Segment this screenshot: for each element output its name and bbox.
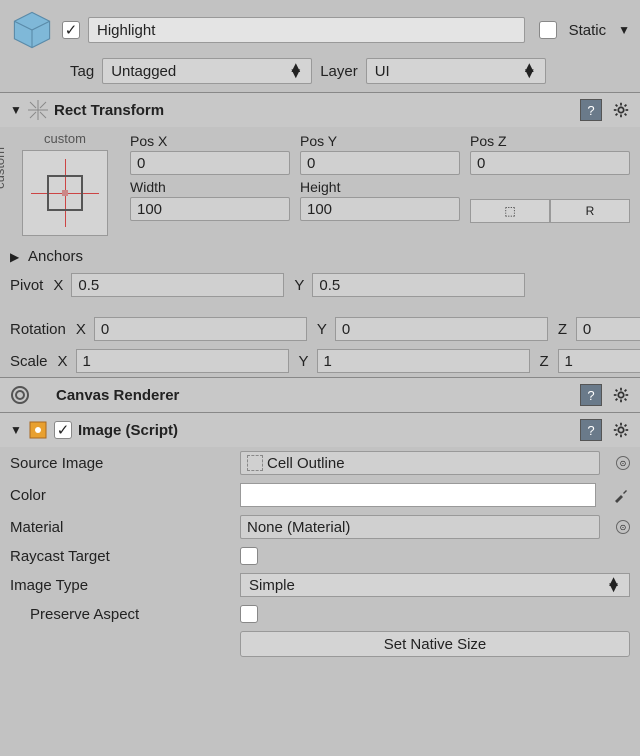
scale-label: Scale	[10, 353, 48, 370]
source-image-label: Source Image	[10, 455, 230, 472]
image-title: Image (Script)	[78, 422, 574, 439]
color-field[interactable]	[240, 483, 596, 507]
image-type-dropdown[interactable]: Simple ▲▼	[240, 573, 630, 597]
tag-dropdown[interactable]: Untagged ▲▼	[102, 58, 312, 84]
pivot-x-field[interactable]	[71, 273, 284, 297]
width-field[interactable]	[130, 197, 290, 221]
layer-label: Layer	[320, 63, 358, 80]
raycast-target-checkbox[interactable]	[240, 547, 258, 565]
anchor-preset-button[interactable]	[22, 150, 108, 236]
image-enabled-checkbox[interactable]: ✓	[54, 421, 72, 439]
anchor-preset-top-label: custom	[10, 131, 120, 146]
foldout-icon[interactable]: ▼	[10, 103, 22, 117]
layer-value: UI	[375, 63, 390, 80]
gear-icon[interactable]	[612, 421, 630, 439]
rotation-label: Rotation	[10, 321, 66, 338]
help-icon[interactable]: ?	[580, 419, 602, 441]
rect-transform-icon	[28, 100, 48, 120]
static-label: Static	[569, 22, 607, 39]
posx-field[interactable]	[130, 151, 290, 175]
rotation-y-field[interactable]	[335, 317, 548, 341]
image-component-icon	[28, 420, 48, 440]
source-image-field[interactable]: Cell Outline	[240, 451, 600, 475]
scale-x-field[interactable]	[76, 349, 289, 373]
preserve-aspect-label: Preserve Aspect	[10, 606, 230, 623]
height-field[interactable]	[300, 197, 460, 221]
help-icon[interactable]: ?	[580, 384, 602, 406]
gear-icon[interactable]	[612, 101, 630, 119]
anchors-foldout-icon[interactable]: ▶	[10, 250, 22, 264]
eyedropper-icon[interactable]	[612, 486, 630, 504]
raycast-target-label: Raycast Target	[10, 548, 230, 565]
scale-y-field[interactable]	[317, 349, 530, 373]
gameobject-name-field[interactable]	[88, 17, 525, 43]
help-icon[interactable]: ?	[580, 99, 602, 121]
width-label: Width	[130, 177, 290, 197]
pivot-label: Pivot	[10, 277, 43, 294]
rotation-x-field[interactable]	[94, 317, 307, 341]
object-picker-icon[interactable]: ⊙	[616, 456, 630, 470]
anchors-label: Anchors	[28, 248, 83, 265]
posy-label: Pos Y	[300, 131, 460, 151]
height-label: Height	[300, 177, 460, 197]
active-checkbox[interactable]: ✓	[62, 21, 80, 39]
posx-label: Pos X	[130, 131, 290, 151]
updown-icon: ▲▼	[522, 65, 537, 77]
set-native-size-button[interactable]: Set Native Size	[240, 631, 630, 657]
scale-z-field[interactable]	[558, 349, 640, 373]
cube-icon	[10, 8, 54, 52]
posz-field[interactable]	[470, 151, 630, 175]
material-field[interactable]: None (Material)	[240, 515, 600, 539]
updown-icon: ▲▼	[606, 579, 621, 591]
static-dropdown-icon[interactable]: ▼	[618, 23, 630, 37]
sprite-icon	[247, 455, 263, 471]
foldout-icon[interactable]: ▼	[10, 423, 22, 437]
static-checkbox[interactable]	[539, 21, 557, 39]
rect-transform-title: Rect Transform	[54, 102, 574, 119]
anchor-preset-side-label: custom	[0, 147, 7, 189]
image-type-label: Image Type	[10, 577, 230, 594]
blueprint-mode-button[interactable]: ⬚	[470, 199, 550, 223]
canvas-renderer-icon	[10, 385, 30, 405]
posy-field[interactable]	[300, 151, 460, 175]
updown-icon: ▲▼	[288, 65, 303, 77]
raw-edit-button[interactable]: R	[550, 199, 630, 223]
rotation-z-field[interactable]	[576, 317, 640, 341]
material-label: Material	[10, 519, 230, 536]
preserve-aspect-checkbox[interactable]	[240, 605, 258, 623]
color-label: Color	[10, 487, 230, 504]
posz-label: Pos Z	[470, 131, 630, 151]
canvas-renderer-title: Canvas Renderer	[56, 387, 574, 404]
pivot-y-field[interactable]	[312, 273, 525, 297]
layer-dropdown[interactable]: UI ▲▼	[366, 58, 546, 84]
gear-icon[interactable]	[612, 386, 630, 404]
tag-value: Untagged	[111, 63, 176, 80]
tag-label: Tag	[70, 63, 94, 80]
object-picker-icon[interactable]: ⊙	[616, 520, 630, 534]
